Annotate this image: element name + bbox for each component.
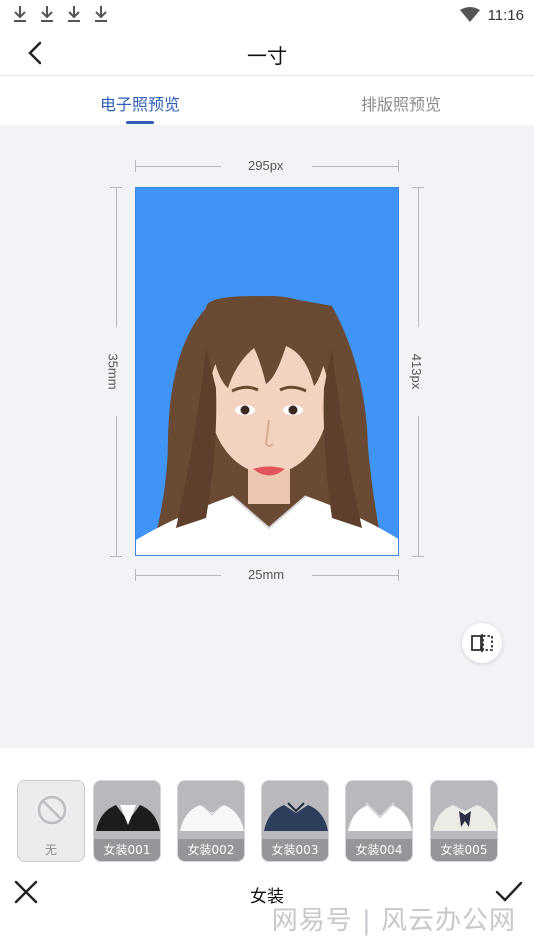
dimension-tick: [398, 569, 399, 581]
dimension-tick: [110, 556, 122, 557]
outfit-label: 无: [44, 843, 57, 857]
dimension-line: [116, 187, 117, 327]
wifi-icon: [459, 7, 480, 22]
white-shirt-icon: [180, 804, 244, 831]
dimension-line: [135, 575, 221, 576]
height-px-label: 413px: [409, 353, 425, 390]
dimension-tick: [412, 556, 424, 557]
no-entry-icon: [37, 795, 67, 825]
tab-layout-preview[interactable]: 排版照预览: [321, 91, 481, 115]
white-blouse-icon: [348, 802, 412, 831]
status-time: 11:16: [487, 6, 524, 24]
outfit-option-005[interactable]: 女装005: [430, 780, 498, 862]
outfit-option-001[interactable]: 女装001: [93, 780, 161, 862]
title-bar: 一寸: [0, 30, 534, 76]
dimension-line: [135, 166, 221, 167]
watermark-text: 网易号 | 风云办公网: [271, 906, 516, 936]
download-icon: [41, 6, 53, 22]
black-suit-icon: [96, 805, 160, 831]
dimension-line: [312, 166, 399, 167]
outfit-label: 女装005: [431, 839, 497, 861]
status-bar: 11:16: [0, 0, 534, 30]
id-photo: [135, 187, 399, 556]
dimension-line: [418, 187, 419, 327]
navy-shirt-icon: [264, 802, 328, 831]
split-compare-icon: [471, 634, 493, 652]
page-title: 一寸: [247, 44, 287, 68]
dimension-tick: [398, 160, 399, 172]
bottom-bar: 女装 网易号 | 风云办公网: [0, 868, 534, 949]
outfit-label: 女装001: [94, 839, 160, 861]
dimension-line: [116, 416, 117, 556]
bow-tie-blouse-icon: [433, 805, 497, 831]
width-mm-label: 25mm: [248, 567, 285, 582]
outfit-selector: 无 女装001 女装002 女装003 女装004 女装005: [0, 768, 534, 868]
outfit-label: 女装004: [346, 839, 412, 861]
height-mm-label: 35mm: [105, 353, 121, 390]
width-px-label: 295px: [248, 158, 284, 173]
outfit-label: 女装003: [262, 839, 328, 861]
download-icon: [14, 6, 26, 22]
outfit-option-003[interactable]: 女装003: [261, 780, 329, 862]
outfit-option-none[interactable]: 无: [17, 780, 85, 862]
outfit-label: 女装002: [178, 839, 244, 861]
outfit-option-002[interactable]: 女装002: [177, 780, 245, 862]
dimension-line: [418, 416, 419, 556]
portrait-illustration: [136, 296, 398, 555]
outfit-option-004[interactable]: 女装004: [345, 780, 413, 862]
download-icon: [68, 6, 80, 22]
download-icon: [95, 6, 107, 22]
active-tab-indicator: [126, 121, 154, 124]
tab-electronic-preview[interactable]: 电子照预览: [60, 91, 220, 115]
compare-button[interactable]: [462, 623, 502, 663]
tab-bar: 电子照预览 排版照预览: [0, 77, 534, 125]
dimension-line: [312, 575, 399, 576]
